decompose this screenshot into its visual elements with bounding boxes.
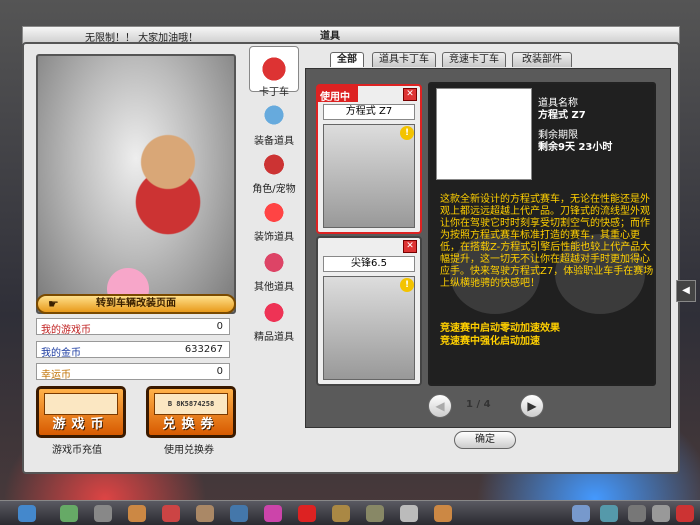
character-icon [256,148,292,178]
category-label: 精品道具 [254,332,294,343]
item-description: 这款全新设计的方程式赛车，无论在性能还是外观上都远远超越上代产品。刀锋式的流线型… [440,194,654,289]
character-avatar [108,106,228,266]
currency-row-lucky: 幸运币 0 [36,363,230,381]
pointing-hand-icon: ☛ [48,297,59,311]
category-kart-frame: 卡丁车 [249,46,299,98]
currency-value: 0 [216,366,223,377]
key-icon[interactable] [332,505,350,522]
detail-kart-image [436,88,532,180]
home-icon[interactable] [18,505,36,522]
kart-icon[interactable] [162,505,180,522]
goggles-icon [256,100,292,130]
currency-label: 我的金币 [41,348,81,359]
gem-icon [256,296,292,326]
category-kart[interactable]: 卡丁车 [248,46,300,98]
community-icon[interactable] [230,505,248,522]
search-icon[interactable] [652,505,670,522]
item-name: 方程式 Z7 [323,104,415,120]
book-icon[interactable] [400,505,418,522]
close-icon[interactable]: ✕ [403,240,417,253]
item-card[interactable]: 使用中 ✕ 方程式 Z7 ! [316,84,422,234]
gift-icon[interactable] [434,505,452,522]
category-label: 其他道具 [254,282,294,293]
currency-value: 633267 [184,344,223,355]
voucher-caption: 使用兑换券 [164,445,214,456]
tab-all[interactable]: 全部 [330,52,364,67]
character-icon[interactable] [128,505,146,522]
kart-image [323,124,415,228]
category-label: 角色/宠物 [252,184,296,195]
kart-image [323,276,415,380]
flame-icon [256,196,292,226]
category-label: 卡丁车 [259,87,289,98]
info-icon[interactable]: ! [400,278,414,292]
kart-icon [256,51,292,81]
game-coin-recharge-button[interactable]: 游戏币 [36,386,126,438]
back-icon[interactable] [60,505,78,522]
item-name: 尖锋6.5 [323,256,415,272]
coin-icon [44,393,118,415]
goto-kart-modify-button[interactable]: ☛ 转到车辆改装页面 [36,294,236,314]
category-premium[interactable]: 精品道具 [248,296,300,343]
chat-icon[interactable] [600,505,618,522]
currency-row-gold: 我的金币 633267 [36,341,230,359]
voucher-exchange-button[interactable]: B 8K5874258 兑换券 [146,386,236,438]
barcode-icon: B 8K5874258 [154,393,228,415]
currency-label: 幸运币 [41,370,71,381]
tab-racing-kart[interactable]: 竞速卡丁车 [442,52,506,67]
item-effects: 竞速赛中启动零动加速效果 竞速赛中强化启动加速 [440,322,560,348]
gift-box-icon [256,246,292,276]
category-label: 装备道具 [254,136,294,147]
game-coin-button-label: 游戏币 [52,417,110,432]
close-icon[interactable]: ✕ [403,88,417,101]
voucher-button-label: 兑换券 [162,417,220,432]
game-coin-caption: 游戏币充值 [52,445,102,456]
category-character-pet[interactable]: 角色/宠物 [248,148,300,195]
page-current: 1 [466,399,473,410]
in-use-badge: 使用中 [320,92,350,103]
power-icon[interactable] [676,505,694,522]
friends-icon[interactable] [572,505,590,522]
category-label: 装饰道具 [254,232,294,243]
currency-label: 我的游戏币 [41,325,91,336]
item-card[interactable]: ✕ 尖锋6.5 ! [316,236,422,386]
effect-line: 竞速赛中启动零动加速效果 [440,323,560,334]
category-other[interactable]: 其他道具 [248,246,300,293]
item-icon[interactable] [196,505,214,522]
side-collapse-arrow[interactable]: ◀ [676,280,696,302]
currency-value: 0 [216,321,223,332]
name-value: 方程式 Z7 [538,110,586,121]
category-equipment[interactable]: 装备道具 [248,100,300,147]
goto-kart-modify-label: 转到车辆改装页面 [96,298,176,309]
page-total: 4 [483,399,491,410]
window-title: 道具 [320,31,340,42]
tools-icon[interactable] [628,505,646,522]
pager: ◀ 1 / 4 ▶ [428,394,548,418]
character-preview [36,54,236,314]
ok-button[interactable]: 确定 [454,431,516,449]
mail-icon[interactable] [264,505,282,522]
currency-row-game-coin: 我的游戏币 0 [36,318,230,336]
game-taskbar [0,500,700,525]
next-page-button[interactable]: ▶ [520,394,544,418]
heart-icon[interactable] [298,505,316,522]
info-icon[interactable]: ! [400,126,414,140]
category-decoration[interactable]: 装饰道具 [248,196,300,243]
settings-icon[interactable] [366,505,384,522]
effect-line: 竞速赛中强化启动加速 [440,336,540,347]
page-sep: / [476,399,481,410]
page-indicator: 1 / 4 [466,399,491,410]
shop-cart-icon[interactable] [94,505,112,522]
prev-page-button[interactable]: ◀ [428,394,452,418]
tab-modify-parts[interactable]: 改装部件 [512,52,572,67]
item-detail-panel: 道具名称 方程式 Z7 剩余期限 剩余9天 23小时 这款全新设计的方程式赛车，… [428,82,656,386]
remaining-value: 剩余9天 23小时 [538,142,613,153]
tab-item-kart[interactable]: 道具卡丁车 [372,52,436,67]
